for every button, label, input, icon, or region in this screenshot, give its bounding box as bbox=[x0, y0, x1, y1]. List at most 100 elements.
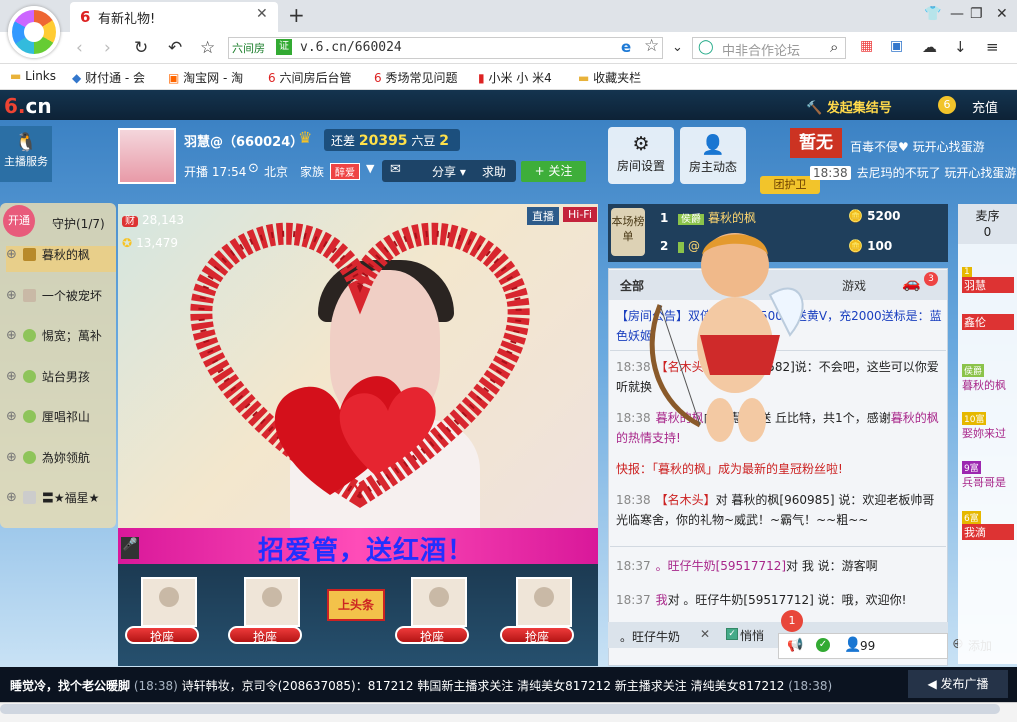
guard-item[interactable]: ⊕ 〓★福星★ bbox=[6, 489, 116, 515]
minimize-icon[interactable]: — bbox=[950, 6, 964, 22]
tab-close-icon[interactable]: ✕ bbox=[256, 6, 268, 22]
guard-item[interactable]: ⊕ 暮秋的枫 bbox=[6, 246, 116, 272]
publish-broadcast-button[interactable]: ◀ 发布广播 bbox=[908, 670, 1008, 698]
tab-title[interactable]: 有新礼物! bbox=[98, 8, 155, 27]
search-go-icon[interactable]: ⌕ bbox=[830, 38, 838, 56]
bookmark-taobao[interactable]: ▣ 淘宝网 - 淘 bbox=[168, 69, 243, 86]
tab-games[interactable]: 游戏 bbox=[842, 277, 866, 294]
apps-icon[interactable]: ▦ bbox=[860, 38, 873, 54]
message-icon[interactable]: ✉ bbox=[390, 162, 401, 177]
anchor-city: 北京 bbox=[264, 165, 289, 179]
rank-coins: 🪙 100 bbox=[848, 239, 893, 253]
address-dropdown-icon[interactable]: ⌄ bbox=[672, 40, 683, 55]
microphone-icon[interactable]: 🎤 bbox=[121, 537, 139, 559]
favorite-star-icon[interactable]: ☆ bbox=[644, 36, 659, 56]
bookmark-star-icon[interactable]: ☆ bbox=[200, 38, 215, 58]
private-target[interactable]: 。旺仔牛奶 bbox=[620, 628, 680, 645]
bookmark-links[interactable]: ▬ Links bbox=[10, 69, 56, 83]
close-icon[interactable]: ✕ bbox=[700, 627, 710, 641]
follow-button[interactable]: + 关注 bbox=[521, 161, 586, 182]
star-icon: ✪ bbox=[122, 236, 133, 250]
screenshot-icon[interactable]: ▣ bbox=[890, 38, 903, 54]
browser-logo-icon[interactable] bbox=[8, 6, 60, 58]
location-icon: ⊙ bbox=[248, 161, 259, 176]
mic-queue-tab[interactable]: 麦序 0 bbox=[958, 204, 1017, 244]
gear-icon: ⚙ bbox=[632, 133, 650, 155]
seat-avatar bbox=[244, 577, 300, 627]
search-placeholder: 中非合作论坛 bbox=[722, 44, 801, 59]
seat-avatar bbox=[516, 577, 572, 627]
guard-item[interactable]: ⊕ 站台男孩 bbox=[6, 368, 116, 394]
grab-seat-button[interactable]: 抢座 bbox=[500, 626, 574, 644]
forward-icon[interactable]: › bbox=[104, 38, 111, 58]
mic-queue-item[interactable]: 侯爵 暮秋的枫 bbox=[962, 364, 1014, 393]
headline-button[interactable]: 上头条 bbox=[327, 589, 385, 621]
recharge-button[interactable]: 充值 bbox=[972, 97, 998, 116]
close-window-icon[interactable]: ✕ bbox=[996, 6, 1008, 22]
bookmark-6cn-admin[interactable]: 6 六间房后台管 bbox=[268, 69, 351, 86]
open-guard-button[interactable]: 开通 bbox=[3, 205, 35, 237]
speaker-icon[interactable]: 📢 bbox=[787, 638, 803, 653]
grab-seat-button[interactable]: 抢座 bbox=[125, 626, 199, 644]
family-tag[interactable]: 醉爱 bbox=[330, 163, 360, 180]
ie-mode-icon[interactable]: e bbox=[621, 38, 631, 56]
mic-queue-item[interactable]: 1 羽慧 bbox=[962, 264, 1014, 293]
room-settings-button[interactable]: ⚙ 房间设置 bbox=[608, 127, 674, 184]
refresh-icon[interactable]: ↻ bbox=[134, 38, 148, 58]
host-dynamics-button[interactable]: 👤 房主动态 bbox=[680, 127, 746, 184]
lock-icon: ⊕ bbox=[6, 288, 17, 303]
mic-queue-item[interactable]: 10富 娶妳来过 bbox=[962, 412, 1014, 441]
grab-seat-button[interactable]: 抢座 bbox=[228, 626, 302, 644]
site-logo[interactable]: 6.cn bbox=[4, 94, 52, 118]
wealth-count: 财 28,143 bbox=[122, 212, 184, 227]
bookmark-faq[interactable]: 6 秀场常见问题 bbox=[374, 69, 457, 86]
menu-icon[interactable]: ≡ bbox=[986, 38, 999, 56]
coin-icon[interactable]: 6 bbox=[938, 96, 956, 114]
help-button[interactable]: 求助 bbox=[482, 163, 506, 180]
download-icon[interactable]: ↓ bbox=[954, 38, 967, 56]
horizontal-scrollbar[interactable] bbox=[0, 704, 1000, 714]
car-badge: 3 bbox=[924, 272, 938, 286]
undo-icon[interactable]: ↶ bbox=[168, 38, 182, 58]
guard-item[interactable]: ⊕ 惕宽；萬补 bbox=[6, 327, 116, 353]
host-service-button[interactable]: 🐧 主播服务 bbox=[0, 126, 52, 182]
guard-item[interactable]: ⊕ 為妳领航 bbox=[6, 449, 116, 475]
restore-icon[interactable]: ❐ bbox=[970, 6, 983, 22]
bookmark-favorites[interactable]: ▬ 收藏夹栏 bbox=[578, 69, 641, 86]
anchor-avatar[interactable] bbox=[118, 128, 176, 184]
address-bar[interactable] bbox=[228, 37, 663, 59]
overlay-chat-line: 18:38 去尼玛的不玩了 玩开心找蛋游 bbox=[810, 164, 1016, 181]
share-button[interactable]: 分享 ▾ bbox=[432, 163, 466, 180]
guard-item[interactable]: ⊕ 厘唱祁山 bbox=[6, 408, 116, 434]
bookmark-mi[interactable]: ▮ 小米 小 米4 bbox=[478, 69, 552, 86]
rank-row[interactable]: 1 侯爵 暮秋的枫 bbox=[660, 209, 756, 226]
mic-queue-item[interactable]: 鑫伦 bbox=[962, 314, 1014, 330]
car-icon[interactable]: 🚗 bbox=[902, 274, 921, 292]
rank-coins: 🪙 5200 bbox=[848, 209, 901, 223]
seat-avatar bbox=[141, 577, 197, 627]
family-dropdown-icon[interactable]: ▼ bbox=[366, 162, 374, 175]
create-knot-button[interactable]: 🔨 发起集结号 bbox=[806, 97, 892, 116]
cloud-icon[interactable]: ☁ bbox=[922, 38, 937, 56]
shield-icon[interactable]: ✓ bbox=[816, 638, 830, 652]
level-gap-text: 还差 20395 六豆 2 bbox=[331, 133, 449, 149]
mic-queue-item[interactable]: 9富 兵哥哥是 bbox=[962, 461, 1014, 490]
viewers-icon: 👤 bbox=[844, 637, 862, 653]
mic-queue-item[interactable]: 6富 我滴 bbox=[962, 511, 1014, 540]
private-checkbox[interactable]: ✓ bbox=[726, 628, 738, 640]
address-url[interactable]: v.6.cn/660024 bbox=[300, 40, 402, 55]
new-tab-button[interactable]: + bbox=[288, 3, 305, 27]
hifi-tag[interactable]: Hi-Fi bbox=[563, 207, 597, 222]
lock-icon: ⊕ bbox=[6, 247, 17, 262]
bookmark-tenpay[interactable]: ◆ 财付通 - 会 bbox=[72, 69, 145, 86]
grab-seat-button[interactable]: 抢座 bbox=[395, 626, 469, 644]
guard-item[interactable]: ⊕ 一个被宠坏 bbox=[6, 287, 116, 313]
notification-badge[interactable]: 1 bbox=[781, 610, 803, 632]
cert-icon[interactable]: 证 bbox=[276, 39, 292, 55]
back-icon[interactable]: ‹ bbox=[76, 38, 83, 58]
anchor-name[interactable]: 羽慧@（660024） bbox=[184, 131, 303, 150]
chat-message: 18:37 我对 。旺仔牛奶[59517712] 说：哦，欢迎你! bbox=[616, 593, 907, 607]
skin-icon[interactable]: 👕 bbox=[924, 6, 941, 22]
address-site-badge: 六间房 bbox=[232, 42, 265, 55]
live-start-time: 开播 17:54 bbox=[184, 165, 247, 179]
